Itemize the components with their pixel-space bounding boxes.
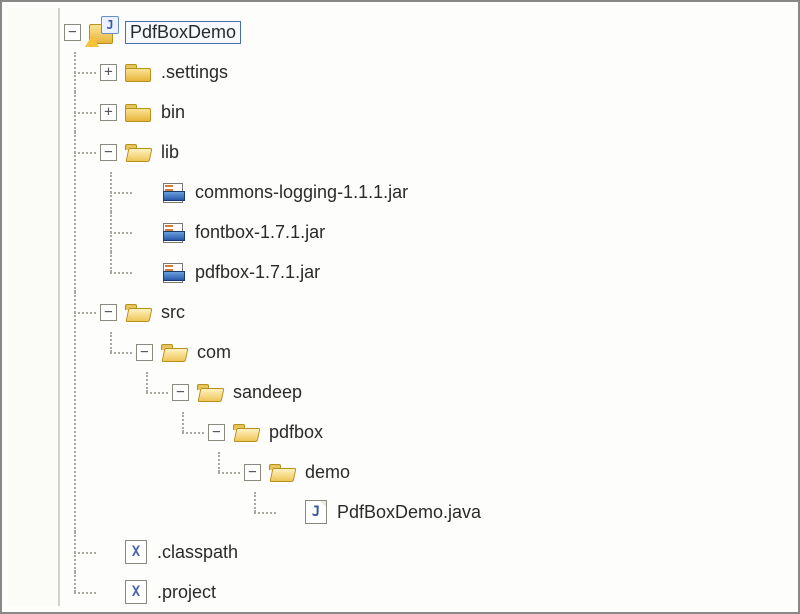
tree-folder-bin[interactable]: + bin (100, 92, 788, 132)
folder-open-icon (269, 462, 295, 482)
collapse-icon[interactable]: − (100, 144, 117, 161)
expand-icon[interactable]: + (100, 64, 117, 81)
project-tree[interactable]: − PdfBoxDemo + .settings + (60, 8, 788, 606)
java-file-icon (305, 500, 327, 524)
tree-folder-src[interactable]: − src − com (100, 292, 788, 532)
jar-label[interactable]: pdfbox-1.7.1.jar (195, 262, 320, 283)
folder-open-icon (125, 142, 151, 162)
jar-label[interactable]: commons-logging-1.1.1.jar (195, 182, 408, 203)
collapse-icon[interactable]: − (208, 424, 225, 441)
folder-open-icon (125, 302, 151, 322)
collapse-icon[interactable]: − (244, 464, 261, 481)
expand-icon[interactable]: + (100, 104, 117, 121)
tree-jar-item[interactable]: pdfbox-1.7.1.jar (136, 252, 788, 292)
tree-file-classpath[interactable]: .classpath (100, 532, 788, 572)
collapse-icon[interactable]: − (136, 344, 153, 361)
tree-jar-item[interactable]: fontbox-1.7.1.jar (136, 212, 788, 252)
jar-label[interactable]: fontbox-1.7.1.jar (195, 222, 325, 243)
folder-label[interactable]: src (161, 302, 185, 323)
file-label[interactable]: .project (157, 582, 216, 603)
tree-folder-settings[interactable]: + .settings (100, 52, 788, 92)
folder-icon (125, 102, 151, 122)
tree-package-com[interactable]: − com − sandeep (136, 332, 788, 532)
folder-label[interactable]: lib (161, 142, 179, 163)
folder-icon (125, 62, 151, 82)
collapse-icon[interactable]: − (64, 24, 81, 41)
tree-package-pdfbox[interactable]: − pdfbox − (208, 412, 788, 532)
folder-open-icon (197, 382, 223, 402)
package-label[interactable]: com (197, 342, 231, 363)
file-label[interactable]: .classpath (157, 542, 238, 563)
folder-open-icon (233, 422, 259, 442)
package-label[interactable]: demo (305, 462, 350, 483)
jar-icon (161, 221, 185, 243)
tree-package-demo[interactable]: − demo (244, 452, 788, 532)
jar-icon (161, 261, 185, 283)
tree-folder-lib[interactable]: − lib commons-logging-1.1.1.jar (100, 132, 788, 292)
tree-file-project[interactable]: .project (100, 572, 788, 612)
project-name[interactable]: PdfBoxDemo (125, 21, 241, 44)
folder-label[interactable]: bin (161, 102, 185, 123)
package-label[interactable]: pdfbox (269, 422, 323, 443)
package-label[interactable]: sandeep (233, 382, 302, 403)
xml-file-icon (125, 540, 147, 564)
tree-package-sandeep[interactable]: − sandeep − (172, 372, 788, 532)
left-gutter (8, 8, 60, 606)
folder-open-icon (161, 342, 187, 362)
java-file-label[interactable]: PdfBoxDemo.java (337, 502, 481, 523)
xml-file-icon (125, 580, 147, 604)
tree-jar-item[interactable]: commons-logging-1.1.1.jar (136, 172, 788, 212)
jar-icon (161, 181, 185, 203)
java-project-icon (89, 20, 115, 44)
tree-java-file[interactable]: PdfBoxDemo.java (280, 492, 788, 532)
folder-label[interactable]: .settings (161, 62, 228, 83)
tree-root-project[interactable]: − PdfBoxDemo + .settings + (64, 12, 788, 612)
collapse-icon[interactable]: − (172, 384, 189, 401)
collapse-icon[interactable]: − (100, 304, 117, 321)
